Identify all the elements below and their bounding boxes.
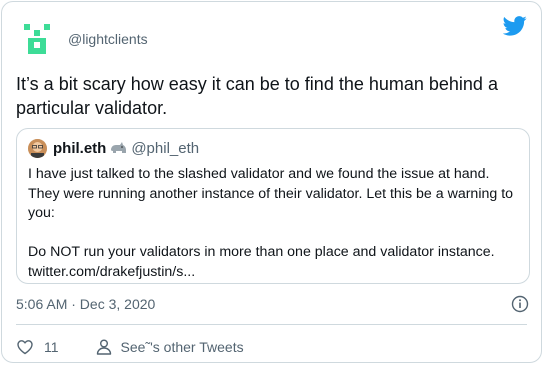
tweet-card[interactable]: @lightclients It’s a bit scary how easy … — [1, 1, 542, 363]
author-handle[interactable]: @lightclients — [68, 31, 148, 47]
like-button[interactable]: 11 — [16, 338, 59, 356]
tweet-timestamp[interactable]: 5:06 AM · Dec 3, 2020 — [16, 296, 155, 312]
like-count: 11 — [44, 339, 59, 355]
tweet-text: It’s a bit scary how easy it can be to f… — [16, 74, 498, 118]
tweet-header: @lightclients — [16, 16, 148, 62]
quoted-tweet[interactable]: phil.eth @phil_eth I have just talked to… — [16, 128, 530, 284]
quoted-tweet-header: phil.eth @phil_eth — [28, 138, 199, 158]
quoted-author-handle[interactable]: @phil_eth — [131, 140, 199, 157]
other-tweets-label: See˜'s other Tweets — [120, 339, 244, 355]
pixel-logo-icon — [24, 24, 50, 54]
quoted-author-name[interactable]: phil.eth — [53, 140, 106, 157]
face-avatar-icon — [28, 138, 47, 158]
twitter-bird-icon[interactable] — [503, 16, 527, 36]
other-tweets-link[interactable]: See˜'s other Tweets — [95, 338, 244, 356]
tweet-actions: 11 See˜'s other Tweets — [16, 336, 244, 358]
divider — [16, 324, 527, 325]
quoted-author-avatar[interactable] — [28, 138, 47, 158]
info-icon[interactable] — [511, 295, 529, 313]
heart-icon — [17, 340, 33, 355]
author-avatar[interactable] — [16, 18, 58, 60]
quoted-tweet-text: I have just talked to the slashed valida… — [28, 166, 514, 280]
rhino-emoji-icon — [111, 142, 127, 153]
person-icon — [96, 339, 111, 355]
